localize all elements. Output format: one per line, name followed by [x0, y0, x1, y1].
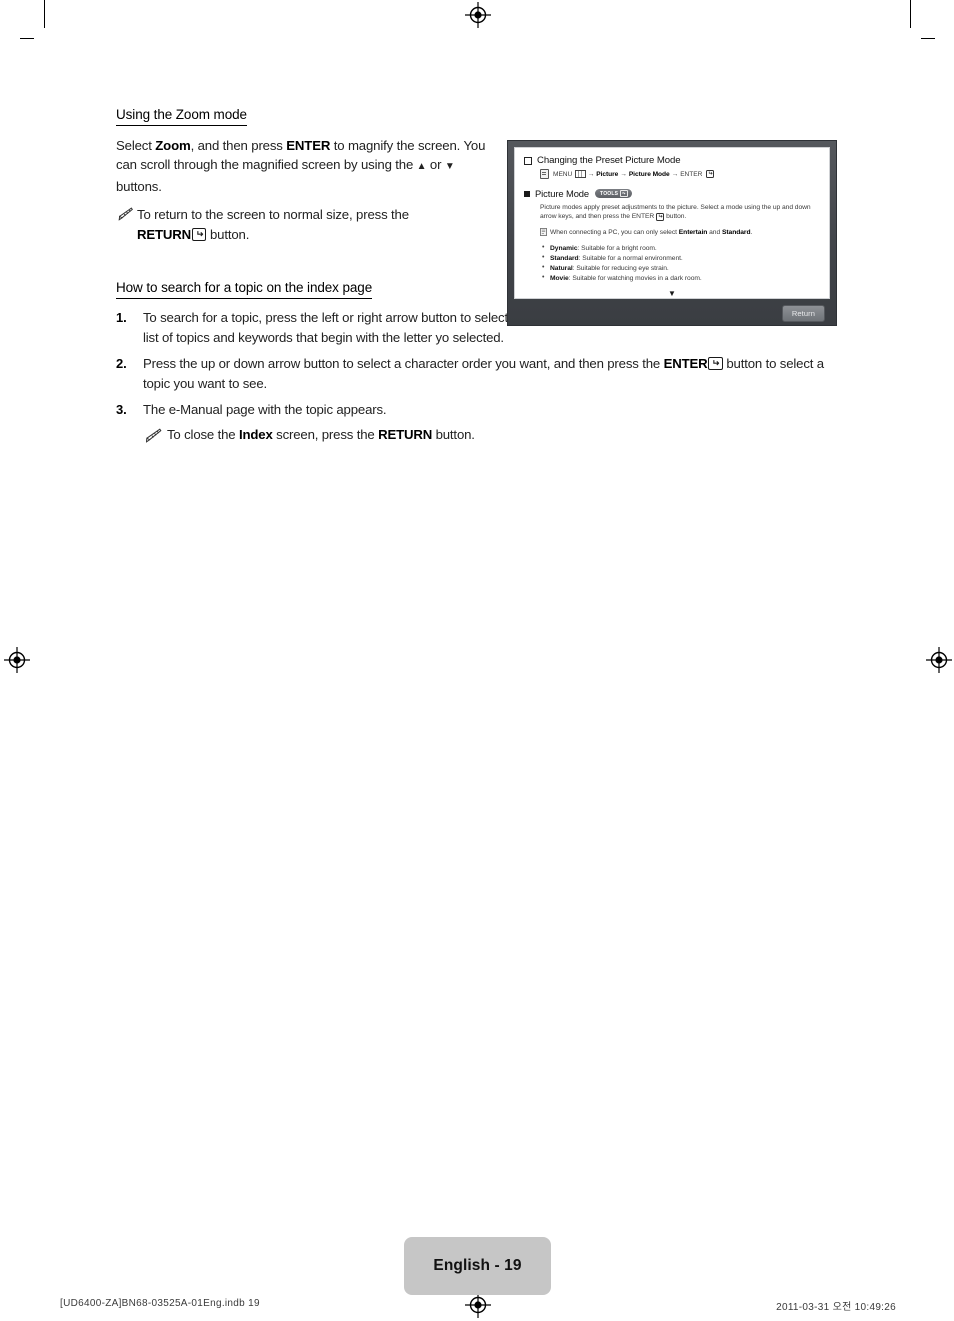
search-section-heading: How to search for a topic on the index p…	[116, 280, 372, 300]
arrow-up-icon	[417, 157, 427, 172]
mode-name-dynamic: Dynamic	[550, 244, 578, 252]
tv-desc-enter: ENTER	[631, 213, 655, 221]
menu-note-icon	[540, 169, 549, 179]
mode-name-natural: Natural	[550, 264, 573, 272]
tools-key-icon: ↷	[620, 190, 628, 197]
tv-screen-display: Changing the Preset Picture Mode MENU → …	[514, 147, 830, 299]
search-step-2-text-a: Press the up or down arrow button to sel…	[143, 356, 664, 372]
close-note-bold-return: RETURN	[378, 427, 433, 442]
square-filled-icon	[524, 190, 530, 197]
search-step-3-number: 3.	[116, 402, 127, 418]
mode-desc-standard: : Suitable for a normal environment.	[578, 254, 683, 262]
tv-item-title-row: Picture Mode TOOLS ↷	[524, 188, 820, 199]
zoom-section-heading: Using the Zoom mode	[116, 107, 247, 126]
list-item: Movie: Suitable for watching movies in a…	[542, 273, 820, 284]
arrow-down-icon	[445, 157, 455, 172]
zoom-note-text: To return to the screen to normal size, …	[137, 205, 486, 244]
scroll-down-icon[interactable]: ▼	[524, 289, 820, 298]
close-note-text-b: screen, press the	[272, 427, 379, 442]
tv-bezel-bottom: Return	[514, 299, 830, 325]
close-index-note-text: To close the Index screen, press the RET…	[167, 425, 475, 449]
tv-screen-mockup: Changing the Preset Picture Mode MENU → …	[507, 140, 837, 326]
tv-item-description: Picture modes apply preset adjustments t…	[540, 203, 820, 222]
tv-path-enter-label: ENTER	[680, 170, 703, 178]
search-step-2-number: 2.	[116, 356, 127, 372]
footer-file-info: [UD6400-ZA]BN68-03525A-01Eng.indb 19	[60, 1298, 260, 1309]
square-outline-icon	[524, 156, 532, 165]
tv-screen-title-row: Changing the Preset Picture Mode	[524, 155, 820, 166]
list-item: Natural: Suitable for reducing eye strai…	[542, 263, 820, 274]
mode-name-standard: Standard	[550, 254, 579, 262]
tv-note-bold-entertain: Entertain	[678, 229, 708, 237]
tv-desc-text-c: button.	[664, 213, 687, 221]
note-icon	[540, 228, 547, 239]
zoom-para-text-5: buttons.	[116, 178, 162, 194]
tv-screen-title: Changing the Preset Picture Mode	[537, 155, 681, 166]
tv-path-arrow-3: →	[671, 170, 679, 178]
tv-note-bold-standard: Standard	[721, 229, 751, 237]
list-item: Dynamic: Suitable for a bright room.	[542, 243, 820, 254]
tv-note-text-c: .	[750, 229, 753, 237]
zoom-section-paragraph: Select Zoom, and then press ENTER to mag…	[116, 136, 486, 196]
mode-desc-movie: : Suitable for watching movies in a dark…	[568, 274, 702, 282]
enter-key-icon	[705, 169, 715, 179]
zoom-note-text-2: button.	[206, 226, 250, 242]
list-item: Standard: Suitable for a normal environm…	[542, 253, 820, 264]
tv-picture-mode-list: Dynamic: Suitable for a bright room. Sta…	[542, 243, 820, 284]
tv-note-text-b: and	[707, 229, 722, 237]
zoom-note-text-1: To return to the screen to normal size, …	[137, 207, 409, 223]
close-index-note: To close the Index screen, press the RET…	[143, 425, 838, 449]
zoom-para-text-2: , and then press	[190, 138, 287, 153]
tools-badge: TOOLS ↷	[595, 188, 632, 199]
mode-name-movie: Movie	[550, 274, 569, 282]
tv-path-menu-label: MENU	[553, 170, 573, 178]
close-note-bold-index: Index	[238, 427, 273, 442]
zoom-keyword-enter: ENTER	[286, 138, 331, 153]
zoom-keyword-zoom: Zoom	[155, 138, 191, 153]
close-note-text-a: To close the	[167, 427, 239, 442]
search-step-2-bold: ENTER	[663, 356, 708, 372]
tv-item-title: Picture Mode	[535, 188, 590, 199]
tv-path-arrow-2: →	[620, 170, 627, 178]
enter-key-icon	[708, 357, 723, 371]
menu-grid-icon	[574, 169, 586, 179]
zoom-note-return: RETURN	[137, 226, 192, 242]
tv-pc-note-text: When connecting a PC, you can only selec…	[550, 228, 752, 237]
tv-note-text-a: When connecting a PC, you can only selec…	[550, 229, 679, 237]
tv-path-step-2: Picture Mode	[628, 170, 670, 178]
search-step-3-text-a: The e-Manual page with the topic appears…	[143, 402, 387, 418]
search-step-2: 2. Press the up or down arrow button to …	[116, 354, 838, 393]
tv-path-arrow-1: →	[587, 170, 595, 178]
tools-badge-label: TOOLS	[600, 190, 619, 197]
zoom-para-text-4: or	[426, 157, 445, 173]
footer-timestamp: 2011-03-31 오전 10:49:26	[776, 1302, 896, 1313]
close-note-text-c: button.	[432, 427, 475, 442]
tv-menu-path: MENU → Picture → Picture Mode → ENTER	[540, 169, 820, 179]
tv-pc-note: When connecting a PC, you can only selec…	[540, 228, 820, 239]
document-page: Using the Zoom mode Select Zoom, and the…	[0, 0, 954, 1321]
mode-desc-dynamic: : Suitable for a bright room.	[577, 244, 657, 252]
mode-desc-natural: : Suitable for reducing eye strain.	[572, 264, 669, 272]
return-button[interactable]: Return	[781, 305, 825, 322]
search-step-3: 3. The e-Manual page with the topic appe…	[116, 400, 838, 448]
pencil-note-icon	[116, 205, 133, 244]
zoom-para-text-1: Select	[116, 138, 156, 153]
zoom-mode-section: Using the Zoom mode Select Zoom, and the…	[116, 106, 486, 244]
zoom-section-note: To return to the screen to normal size, …	[116, 205, 486, 244]
search-step-1-number: 1.	[116, 310, 127, 326]
pencil-note-icon	[143, 425, 162, 449]
page-number-badge: English - 19	[404, 1237, 551, 1295]
search-steps-list: 1. To search for a topic, press the left…	[116, 308, 838, 449]
tv-path-step-1: Picture	[596, 170, 619, 178]
enter-key-icon	[192, 227, 207, 241]
